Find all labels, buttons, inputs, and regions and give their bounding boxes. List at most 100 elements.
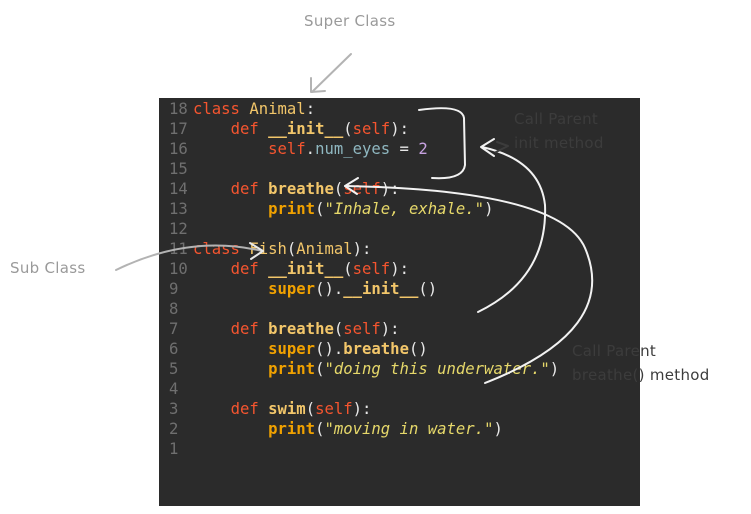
code-token: def	[230, 260, 269, 278]
call-parent-breathe-label-line1: Call Parent	[572, 342, 657, 360]
code-token: )	[549, 360, 560, 378]
line-number: 3	[169, 400, 179, 418]
line-number: 14	[169, 180, 188, 198]
code-token: 2	[418, 140, 428, 158]
code-token: (	[286, 240, 297, 258]
code-token: .	[305, 140, 316, 158]
code-token: moving in water.	[333, 420, 485, 438]
line-number: 7	[169, 320, 179, 338]
code-line: 6 super().breathe()	[159, 339, 640, 359]
code-token: self	[352, 260, 391, 278]
code-token: (	[305, 400, 316, 418]
code-token: ()	[418, 280, 438, 298]
code-line: 12	[159, 219, 640, 239]
code-line: 5 print("doing this underwater.")	[159, 359, 640, 379]
code-token: self	[352, 120, 391, 138]
line-number: 16	[169, 140, 188, 158]
code-token: :	[305, 100, 316, 118]
line-number: 10	[169, 260, 188, 278]
code-line: 4	[159, 379, 640, 399]
code-token: ):	[380, 320, 400, 338]
code-token: "	[324, 360, 334, 378]
code-token: Inhale, exhale.	[333, 200, 475, 218]
code-token: ):	[352, 400, 372, 418]
code-token: "	[474, 200, 485, 218]
code-token: ().	[315, 280, 344, 298]
code-line: 8	[159, 299, 640, 319]
code-token: self	[315, 400, 353, 418]
line-number: 12	[169, 220, 188, 238]
line-number: 11	[169, 240, 188, 258]
code-token: (	[333, 180, 344, 198]
call-parent-init-label-line1: Call Parent	[514, 110, 599, 128]
code-token: "	[324, 420, 334, 438]
code-token: self	[343, 320, 381, 338]
code-token: (	[333, 320, 344, 338]
code-panel: 18 class Animal: 17 def __init__(self): 16 …	[159, 98, 640, 506]
code-token: breathe	[268, 180, 334, 198]
line-number: 8	[169, 300, 179, 318]
code-token: Fish	[249, 240, 287, 258]
code-token: class	[193, 240, 250, 258]
code-token: __init__	[268, 260, 344, 278]
code-token: ().	[315, 340, 344, 358]
code-token: print	[268, 360, 316, 378]
code-line: 13 print("Inhale, exhale.")	[159, 199, 640, 219]
code-token: )	[484, 200, 494, 218]
line-number: 13	[169, 200, 188, 218]
line-number: 5	[169, 360, 179, 378]
line-number: 1	[169, 440, 179, 458]
code-line: 15	[159, 159, 640, 179]
code-token: (	[343, 120, 353, 138]
call-parent-init-label-line2: init method	[514, 134, 604, 152]
super-class-arrow	[311, 53, 352, 93]
code-token: ):	[390, 260, 409, 278]
code-line: 7 def breathe(self):	[159, 319, 640, 339]
line-number: 9	[169, 280, 179, 298]
code-token: ()	[408, 340, 428, 358]
code-token: =	[390, 140, 419, 158]
code-token: __init__	[343, 280, 419, 298]
code-token: swim	[268, 400, 306, 418]
code-token: Animal	[249, 100, 306, 118]
code-token: def	[230, 120, 269, 138]
code-line: 3 def swim(self):	[159, 399, 640, 419]
call-parent-breathe-label-line2: breathe() method	[572, 366, 710, 384]
code-line: 14 def breathe(self):	[159, 179, 640, 199]
code-token: def	[230, 320, 269, 338]
line-number: 17	[169, 120, 188, 138]
super-class-arrowhead	[310, 77, 326, 93]
code-token: breathe	[268, 320, 334, 338]
code-line: 1	[159, 439, 640, 459]
line-number: 6	[169, 340, 179, 358]
line-number: 4	[169, 380, 179, 398]
code-token: Animal	[296, 240, 353, 258]
line-number: 2	[169, 420, 179, 438]
code-token: def	[230, 400, 269, 418]
code-token: "	[324, 200, 334, 218]
code-line: 9 super().__init__()	[159, 279, 640, 299]
code-token: (	[343, 260, 353, 278]
code-token: class	[193, 100, 250, 118]
code-line: 10 def __init__(self):	[159, 259, 640, 279]
code-token: def	[230, 180, 269, 198]
code-token: self	[343, 180, 381, 198]
code-token: "	[540, 360, 550, 378]
code-token: super	[268, 280, 316, 298]
line-number: 15	[169, 160, 188, 178]
code-line: 2 print("moving in water.")	[159, 419, 640, 439]
code-token: ):	[352, 240, 372, 258]
code-token: print	[268, 200, 316, 218]
code-token: super	[268, 340, 316, 358]
code-token: __init__	[268, 120, 344, 138]
